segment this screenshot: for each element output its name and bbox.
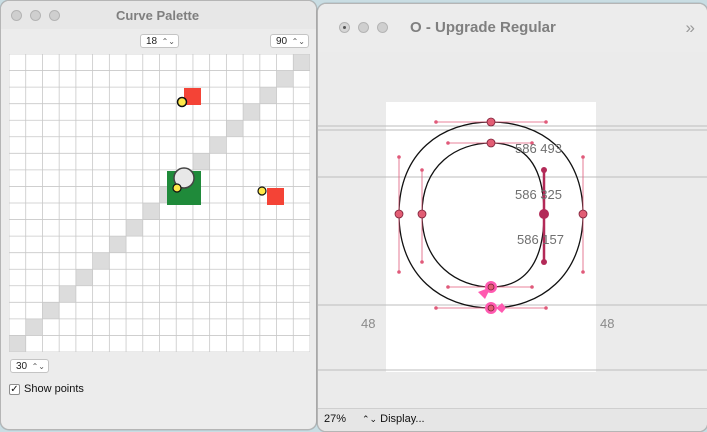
tension-start-value: 18 [146,36,158,47]
glyph-canvas[interactable]: 586 493 586 325 586 157 48 48 [318,52,707,410]
diagonal-cell [259,87,277,104]
selected-handle-bottom[interactable] [541,259,547,265]
display-menu-label: Display... [380,413,425,425]
control-point-center[interactable] [172,183,182,193]
display-menu[interactable]: ⌃⌄ Display... [362,413,425,425]
tension-end-value: 90 [276,36,288,47]
glyph-titlebar[interactable]: O - Upgrade Regular » [318,4,707,50]
window-title: O - Upgrade Regular [410,19,556,36]
control-point-top[interactable] [176,96,188,108]
zoom-button[interactable] [49,10,60,21]
diagonal-cell [59,285,76,303]
coord-label-middle: 586 325 [515,187,562,202]
diagonal-cell [42,302,60,319]
diagonal-cell [276,70,294,88]
show-points-checkbox[interactable]: ✓ [9,384,20,395]
selected-point[interactable] [539,209,549,219]
curve-grid[interactable] [8,53,311,353]
diagonal-cell [142,203,160,220]
up-down-arrows-icon[interactable]: ⌃⌄ [292,35,305,49]
glyph-status-bar: 27% ⌃⌄ Display... [318,408,707,431]
red-handle-cell-right[interactable] [267,188,284,205]
diagonal-cell [243,103,260,121]
selected-handle-top[interactable] [541,167,547,173]
diagonal-cell [109,236,127,253]
curve-palette-window: Curve Palette 18 ⌃⌄ 90 ⌃⌄ 30 ⌃⌄ ✓ Show p… [0,0,317,430]
diagonal-cell [25,318,43,336]
curve-palette-titlebar[interactable]: Curve Palette [1,1,316,29]
double-chevron-right-icon[interactable]: » [686,18,695,38]
diagonal-cell [92,252,110,270]
right-sidebearing: 48 [600,316,615,331]
up-down-arrows-icon[interactable]: ⌃⌄ [162,35,175,49]
glyph-canvas-svg[interactable]: 586 493 586 325 586 157 [318,52,707,410]
diagonal-cell [209,136,227,154]
zoom-level: 27% [324,413,347,425]
glyph-window: O - Upgrade Regular » 586 493 586 325 58… [317,3,707,432]
up-down-arrows-icon: ⌃⌄ [362,414,378,424]
minimize-button[interactable] [30,10,41,21]
diagonal-cell [75,269,93,286]
window-title: Curve Palette [116,8,200,23]
diagonal-cell [9,335,26,352]
diagonal-cell [293,54,310,71]
coord-label-top: 586 493 [515,141,562,156]
close-button[interactable] [339,22,350,33]
diagonal-cell [226,120,244,137]
control-point-right[interactable] [257,186,267,196]
close-button[interactable] [11,10,22,21]
minimize-button[interactable] [358,22,369,33]
tension-end-stepper[interactable]: 90 ⌃⌄ [270,34,309,48]
left-sidebearing: 48 [361,316,376,331]
diagonal-cell [192,153,210,170]
tension-start-stepper[interactable]: 18 ⌃⌄ [140,34,179,48]
show-points-label[interactable]: Show points [24,383,84,395]
diagonal-cell [126,219,143,237]
zoom-button[interactable] [377,22,388,33]
up-down-arrows-icon[interactable]: ⌃⌄ [32,360,45,374]
curve-grid-svg[interactable] [8,53,311,353]
grid-size-stepper[interactable]: 30 ⌃⌄ [10,359,49,373]
coord-label-bottom: 586 157 [517,232,564,247]
grid-size-value: 30 [16,361,28,372]
